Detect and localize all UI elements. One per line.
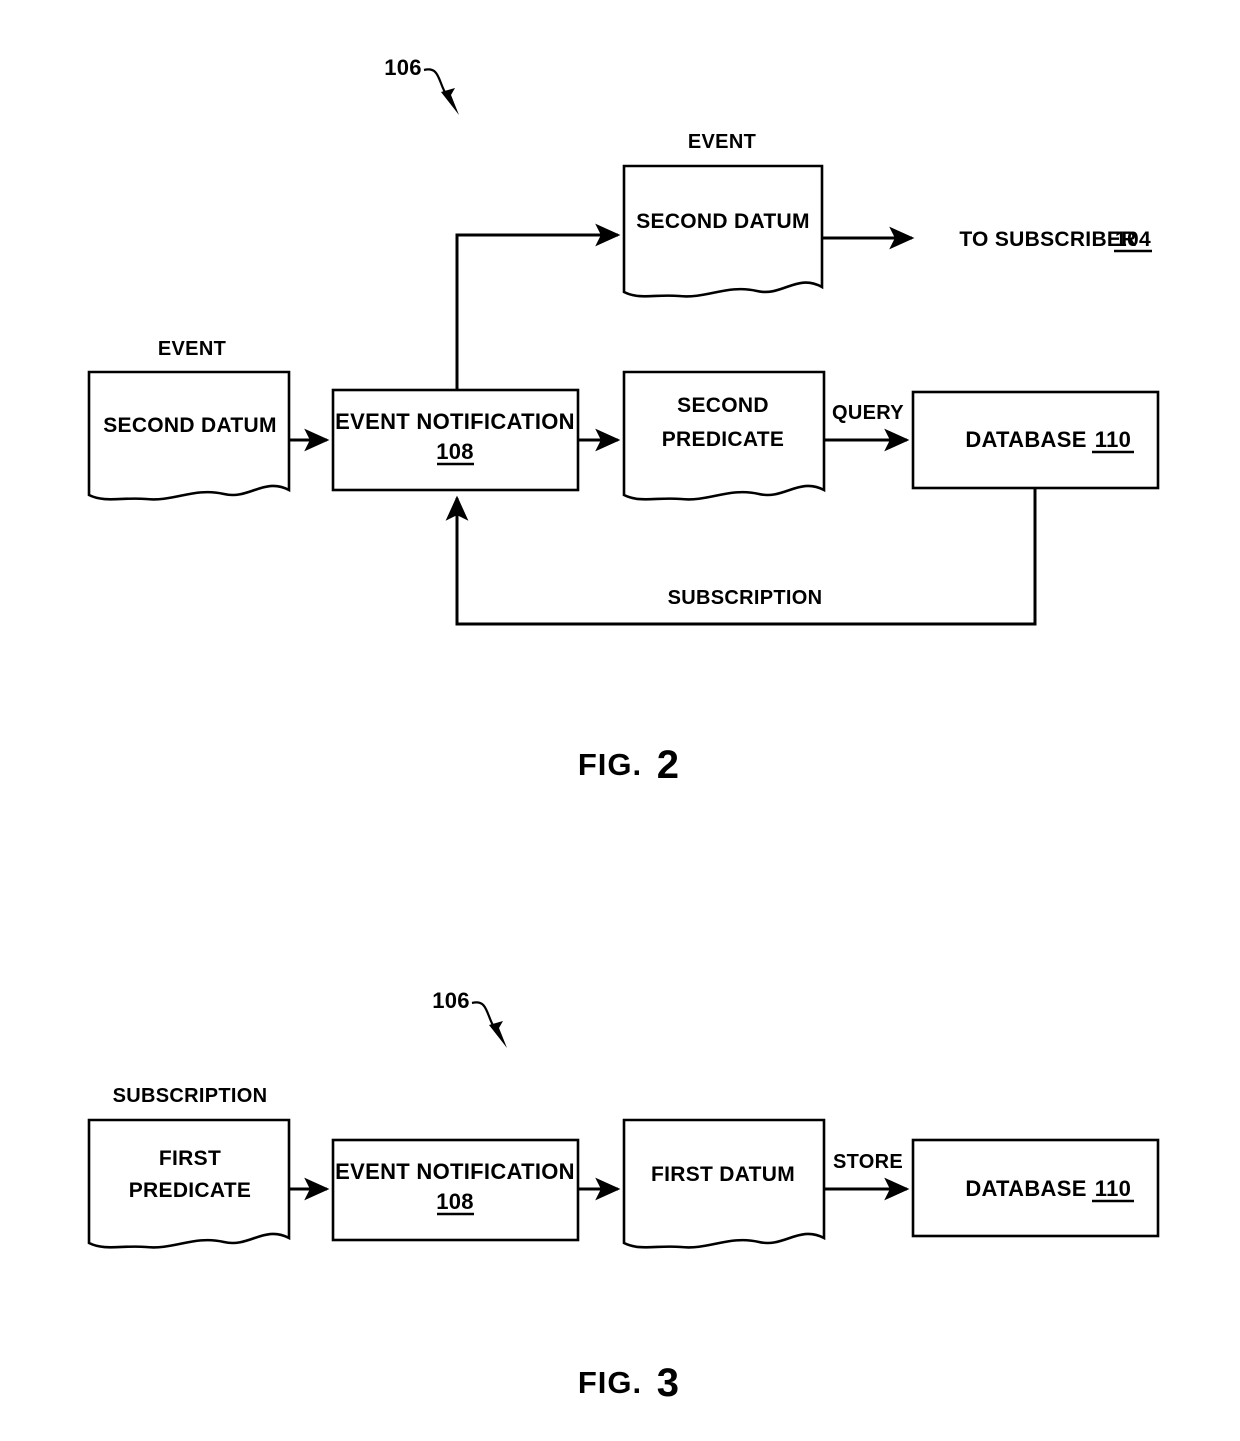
figure-canvas: 106 EVENT SECOND DATUM EVENT SECOND DATU… xyxy=(87,55,1160,1405)
fig3-first-datum-text: FIRST DATUM xyxy=(651,1163,795,1186)
fig2-database-numeral: 110 xyxy=(1095,427,1131,452)
fig2-edge-notification-to-top-document xyxy=(455,223,621,390)
fig2-event-notification-numeral: 108 xyxy=(436,439,474,464)
figure-3: 106 SUBSCRIPTION FIRST PREDICATE EVENT N… xyxy=(87,988,1160,1405)
fig2-left-document-caption: EVENT xyxy=(158,338,226,360)
fig3-lead-arrowhead xyxy=(489,1021,507,1048)
fig2-edge-label-query: QUERY xyxy=(832,402,904,424)
fig3-database-text: DATABASE xyxy=(965,1176,1086,1201)
fig3-left-document-caption: SUBSCRIPTION xyxy=(113,1085,268,1107)
fig2-second-predicate-line2: PREDICATE xyxy=(662,428,785,451)
fig2-to-subscriber-text: TO SUBSCRIBER xyxy=(959,228,1136,251)
fig2-database-text: DATABASE xyxy=(965,427,1086,452)
fig2-second-predicate-line1: SECOND xyxy=(677,394,769,417)
fig2-caption-number: 2 xyxy=(657,743,680,787)
fig2-edge-label-subscription: SUBSCRIPTION xyxy=(668,587,823,609)
fig3-event-notification-numeral: 108 xyxy=(436,1189,474,1214)
fig2-top-document-text: SECOND DATUM xyxy=(636,210,810,233)
figure-2: 106 EVENT SECOND DATUM EVENT SECOND DATU… xyxy=(87,55,1160,787)
fig3-caption-number: 3 xyxy=(657,1361,680,1405)
fig3-event-notification-text: EVENT NOTIFICATION xyxy=(335,1159,575,1184)
fig2-reference-numeral: 106 xyxy=(384,55,422,80)
fig3-caption-prefix: FIG. xyxy=(578,1365,642,1400)
fig3-first-predicate-line1: FIRST xyxy=(159,1147,221,1170)
fig2-to-subscriber-numeral: 104 xyxy=(1115,228,1151,251)
fig3-reference-numeral: 106 xyxy=(432,988,470,1013)
fig2-lead-arrowhead xyxy=(441,88,459,115)
fig2-event-notification-text: EVENT NOTIFICATION xyxy=(335,409,575,434)
patent-figure-sheet: 106 EVENT SECOND DATUM EVENT SECOND DATU… xyxy=(0,0,1240,1441)
fig3-edge-label-store: STORE xyxy=(833,1151,903,1173)
fig3-first-predicate-line2: PREDICATE xyxy=(129,1179,252,1202)
fig2-left-document-text: SECOND DATUM xyxy=(103,414,277,437)
fig2-caption-prefix: FIG. xyxy=(578,747,642,782)
fig2-top-document-caption: EVENT xyxy=(688,131,756,153)
fig3-database-numeral: 110 xyxy=(1095,1176,1131,1201)
